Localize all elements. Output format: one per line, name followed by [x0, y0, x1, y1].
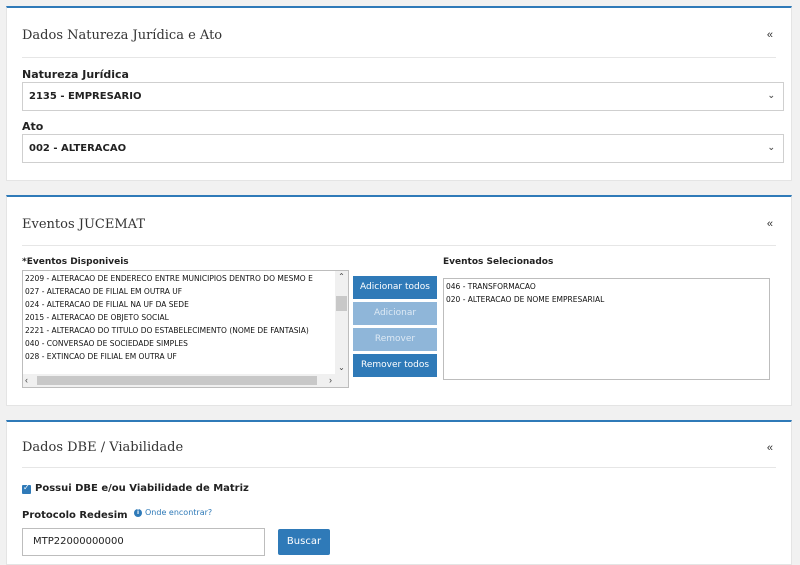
natureza-juridica-label: Natureza Jurídica [22, 68, 129, 81]
possui-dbe-checkbox[interactable]: ✓ [22, 483, 31, 494]
evento-disponivel-item[interactable]: 028 - EXTINCAO DE FILIAL EM OUTRA UF [23, 350, 335, 363]
eventos-panel: Eventos JUCEMAT « *Eventos Disponiveis 2… [6, 195, 792, 406]
dbe-panel-title: Dados DBE / Viabilidade [22, 440, 184, 455]
check-icon: ✓ [23, 483, 30, 492]
dbe-divider [22, 467, 776, 468]
evento-selecionado-item[interactable]: 020 - ALTERACAO DE NOME EMPRESARIAL [444, 293, 769, 306]
natureza-juridica-select[interactable]: 2135 - EMPRESARIO ⌄ [22, 82, 784, 111]
eventos-disponiveis-vscroll[interactable]: ⌃ ⌄ [335, 271, 348, 374]
dbe-panel: Dados DBE / Viabilidade « ✓ Possui DBE e… [6, 420, 792, 565]
chevron-down-icon: ⌄ [767, 143, 775, 153]
scroll-right-icon[interactable]: › [329, 374, 332, 387]
eventos-divider [22, 245, 776, 246]
evento-disponivel-item[interactable]: 027 - ALTERACAO DE FILIAL EM OUTRA UF [23, 285, 335, 298]
scroll-left-icon[interactable]: ‹ [25, 374, 28, 387]
remover-button[interactable]: Remover [353, 328, 437, 351]
natureza-panel: Dados Natureza Jurídica e Ato « Natureza… [6, 6, 792, 181]
natureza-juridica-value: 2135 - EMPRESARIO [29, 91, 142, 102]
evento-disponivel-item[interactable]: 2221 - ALTERACAO DO TITULO DO ESTABELECI… [23, 324, 335, 337]
natureza-panel-title: Dados Natureza Jurídica e Ato [22, 28, 223, 43]
eventos-disponiveis-list[interactable]: 2209 - ALTERACAO DE ENDERECO ENTRE MUNIC… [22, 270, 349, 388]
ato-value: 002 - ALTERACAO [29, 143, 127, 154]
evento-disponivel-item[interactable]: 2015 - ALTERACAO DE OBJETO SOCIAL [23, 311, 335, 324]
adicionar-button[interactable]: Adicionar [353, 302, 437, 325]
eventos-disponiveis-label: *Eventos Disponiveis [22, 257, 129, 267]
scroll-down-icon[interactable]: ⌄ [335, 362, 348, 374]
remover-todos-button[interactable]: Remover todos [353, 354, 437, 377]
dbe-collapse-button[interactable]: « [767, 442, 773, 454]
onde-encontrar-link[interactable]: Onde encontrar? [145, 508, 212, 517]
eventos-disponiveis-hscroll[interactable]: ‹ › [23, 374, 348, 387]
possui-dbe-label: Possui DBE e/ou Viabilidade de Matriz [35, 483, 249, 494]
evento-selecionado-item[interactable]: 046 - TRANSFORMACAO [444, 280, 769, 293]
protocolo-value: MTP22000000000 [33, 536, 124, 547]
eventos-collapse-button[interactable]: « [767, 218, 773, 230]
eventos-selecionados-list[interactable]: 046 - TRANSFORMACAO 020 - ALTERACAO DE NO… [443, 278, 770, 380]
natureza-collapse-button[interactable]: « [767, 29, 773, 41]
info-icon: i [134, 509, 142, 517]
adicionar-todos-button[interactable]: Adicionar todos [353, 276, 437, 299]
protocolo-redesim-label: Protocolo Redesim [22, 510, 128, 521]
evento-disponivel-item[interactable]: 024 - ALTERACAO DE FILIAL NA UF DA SEDE [23, 298, 335, 311]
evento-disponivel-item[interactable]: 040 - CONVERSAO DE SOCIEDADE SIMPLES [23, 337, 335, 350]
scroll-thumb[interactable] [336, 296, 347, 311]
scroll-thumb-h[interactable] [37, 376, 317, 385]
chevron-down-icon: ⌄ [767, 91, 775, 101]
natureza-divider [22, 57, 776, 58]
scroll-up-icon[interactable]: ⌃ [335, 271, 348, 283]
buscar-button[interactable]: Buscar [278, 529, 330, 555]
protocolo-input[interactable]: MTP22000000000 [22, 528, 265, 556]
ato-select[interactable]: 002 - ALTERACAO ⌄ [22, 134, 784, 163]
eventos-selecionados-label: Eventos Selecionados [443, 257, 554, 267]
evento-disponivel-item[interactable]: 2209 - ALTERACAO DE ENDERECO ENTRE MUNIC… [23, 272, 335, 285]
eventos-panel-title: Eventos JUCEMAT [22, 217, 146, 232]
ato-label: Ato [22, 120, 44, 133]
